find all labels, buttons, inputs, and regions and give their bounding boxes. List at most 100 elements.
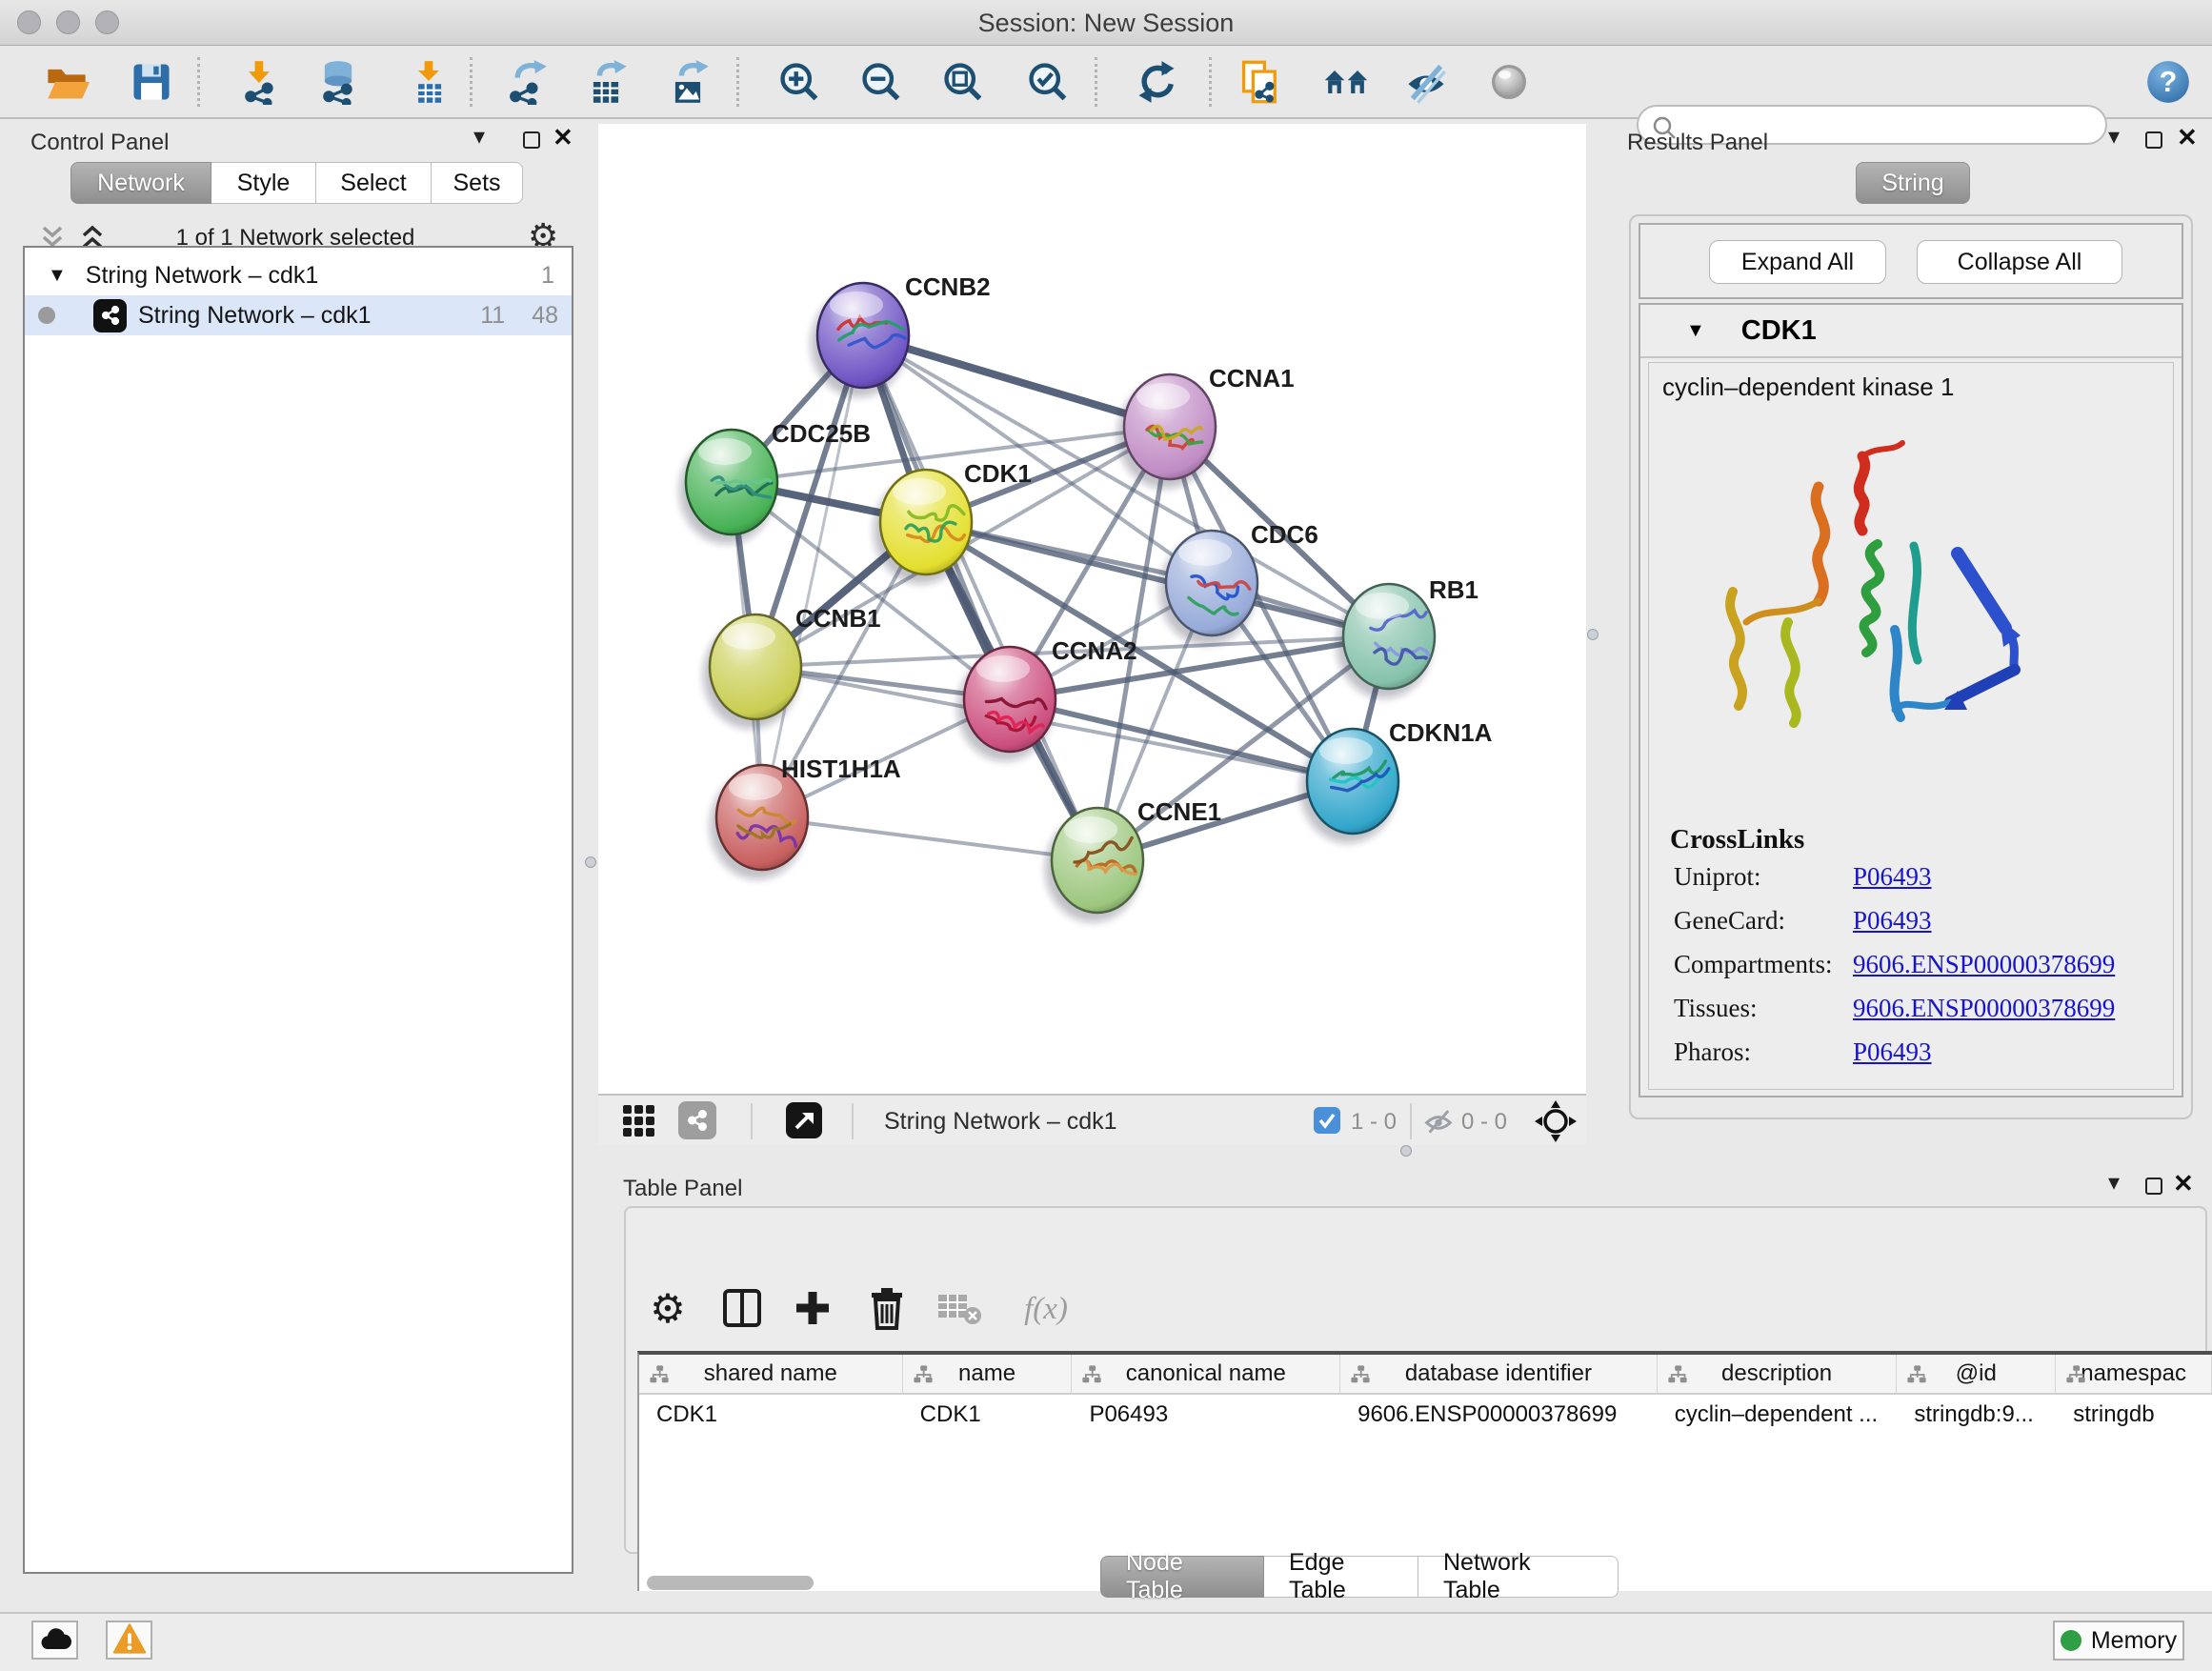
edge-CDK1-RB1[interactable]	[926, 522, 1389, 636]
column-header-1[interactable]: name	[903, 1355, 1073, 1393]
crosslink-link[interactable]: P06493	[1853, 906, 1932, 936]
cell-6[interactable]: stringdb	[2056, 1395, 2212, 1435]
save-session-button[interactable]	[127, 59, 176, 107]
cell-0[interactable]: CDK1	[639, 1395, 903, 1435]
control-panel-float-icon[interactable]	[523, 131, 540, 149]
right-splitter-handle[interactable]	[1587, 629, 1599, 640]
crosslink-link[interactable]: 9606.ENSP00000378699	[1853, 950, 2115, 979]
window-title: Session: New Session	[0, 9, 2212, 38]
cell-5[interactable]: stringdb:9...	[1897, 1395, 2056, 1435]
import-network-file-button[interactable]	[235, 59, 285, 107]
column-tree-icon	[1667, 1364, 1688, 1385]
table-panel-menu-icon[interactable]: ▾	[2108, 1172, 2120, 1195]
node-CDKN1A[interactable]: CDKN1A	[1300, 718, 1493, 843]
entry-name: CDK1	[1741, 315, 1817, 347]
birds-eye-toggle-button[interactable]	[1534, 1099, 1578, 1146]
network-view[interactable]: CCNB2CCNA1CDC25BCDK1CDC6RB1CCNB1CCNA2CDK…	[598, 124, 1586, 1145]
create-column-button[interactable]	[786, 1282, 839, 1336]
edge-CCNB2-HIST1H1A[interactable]	[762, 335, 863, 817]
hide-unhide-button[interactable]	[1401, 59, 1451, 107]
delete-table-icon	[936, 1289, 982, 1327]
home-button[interactable]	[1315, 59, 1377, 107]
column-header-0[interactable]: shared name	[639, 1355, 903, 1393]
node-CCNA1[interactable]: CCNA1	[1117, 364, 1295, 489]
node-CDC25B[interactable]: CDC25B	[679, 419, 871, 544]
node-HIST1H1A[interactable]: HIST1H1A	[710, 755, 901, 879]
cell-2[interactable]: P06493	[1072, 1395, 1340, 1435]
zoom-selected-button[interactable]	[1023, 59, 1073, 107]
zoom-fit-button[interactable]	[938, 59, 988, 107]
export-image-button[interactable]	[663, 59, 713, 107]
network-status-dot	[38, 307, 55, 324]
cell-4[interactable]: cyclin–dependent ...	[1658, 1395, 1898, 1435]
table-panel-close-icon[interactable]: ✕	[2173, 1172, 2194, 1195]
tab-select[interactable]: Select	[316, 162, 432, 204]
tab-edge-table[interactable]: Edge Table	[1264, 1556, 1418, 1598]
apply-layout-button[interactable]	[1132, 59, 1181, 107]
detach-view-button[interactable]	[785, 1101, 823, 1142]
column-header-2[interactable]: canonical name	[1072, 1355, 1340, 1393]
horizontal-splitter-handle[interactable]	[1400, 1145, 1412, 1157]
tree-expand-icon[interactable]: ▼	[48, 265, 67, 287]
node-CCNA2[interactable]: CCNA2	[957, 636, 1137, 761]
delete-table-button[interactable]	[933, 1282, 986, 1336]
import-table-button[interactable]	[404, 59, 453, 107]
column-header-4[interactable]: description	[1658, 1355, 1898, 1393]
crosslink-link[interactable]: 9606.ENSP00000378699	[1853, 994, 2115, 1023]
collapse-entry-icon[interactable]: ▼	[1686, 320, 1705, 342]
horizontal-scrollbar[interactable]	[647, 1576, 814, 1590]
open-session-button[interactable]	[42, 59, 91, 107]
crosslink-link[interactable]: P06493	[1853, 862, 1932, 892]
left-splitter-handle[interactable]	[585, 856, 596, 868]
show-graphics-details-button[interactable]	[1484, 59, 1534, 107]
table-options-button[interactable]: ⚙	[641, 1282, 694, 1336]
control-panel-menu-icon[interactable]: ▾	[473, 126, 485, 149]
selected-checkbox-icon[interactable]	[1313, 1106, 1341, 1135]
tab-node-table[interactable]: Node Table	[1100, 1556, 1264, 1598]
zoom-out-button[interactable]	[856, 59, 906, 107]
tab-string[interactable]: String	[1856, 162, 1970, 204]
delete-column-button[interactable]	[860, 1282, 914, 1336]
network-graph[interactable]: CCNB2CCNA1CDC25BCDK1CDC6RB1CCNB1CCNA2CDK…	[598, 124, 1586, 1094]
node-CCNB1[interactable]: CCNB1	[703, 604, 881, 729]
help-button[interactable]: ?	[2143, 59, 2193, 107]
node-RB1[interactable]: RB1	[1337, 575, 1478, 698]
cell-1[interactable]: CDK1	[903, 1395, 1073, 1435]
network-view-type-button[interactable]	[678, 1101, 716, 1139]
node-CCNE1[interactable]: CCNE1	[1045, 797, 1221, 922]
tab-network-table[interactable]: Network Table	[1418, 1556, 1619, 1598]
memory-button[interactable]: Memory	[2053, 1621, 2184, 1661]
column-header-5[interactable]: @id	[1897, 1355, 2056, 1393]
tab-style[interactable]: Style	[211, 162, 316, 204]
function-builder-button[interactable]: f(x)	[1003, 1282, 1089, 1336]
network-icon	[93, 299, 127, 332]
results-panel-menu-icon[interactable]: ▾	[2108, 126, 2120, 149]
export-network-button[interactable]	[501, 59, 551, 107]
export-table-button[interactable]	[581, 59, 631, 107]
cloud-status-button[interactable]	[31, 1621, 78, 1660]
grid-view-button[interactable]	[621, 1103, 655, 1140]
tab-network[interactable]: Network	[70, 162, 211, 204]
expand-all-button[interactable]: Expand All	[1709, 240, 1886, 284]
column-header-3[interactable]: database identifier	[1340, 1355, 1658, 1393]
tab-sets[interactable]: Sets	[432, 162, 523, 204]
cell-3[interactable]: 9606.ENSP00000378699	[1340, 1395, 1658, 1435]
node-details-header[interactable]: ▼ CDK1	[1640, 305, 2182, 358]
control-panel-close-icon[interactable]: ✕	[553, 126, 573, 149]
results-panel-close-icon[interactable]: ✕	[2177, 126, 2198, 149]
column-header-6[interactable]: namespac	[2056, 1355, 2212, 1393]
clone-network-button[interactable]	[1236, 59, 1285, 107]
node-CCNB2[interactable]: CCNB2	[811, 272, 991, 397]
import-network-from-database-button[interactable]	[313, 59, 363, 107]
show-columns-button[interactable]	[715, 1282, 769, 1336]
zoom-in-button[interactable]	[774, 59, 824, 107]
collapse-all-button[interactable]: Collapse All	[1917, 240, 2122, 284]
crosslink-link[interactable]: P06493	[1853, 1037, 1932, 1067]
results-panel-float-icon[interactable]	[2145, 131, 2162, 149]
table-panel-float-icon[interactable]	[2145, 1178, 2162, 1195]
table-row[interactable]: CDK1CDK1P064939606.ENSP00000378699cyclin…	[639, 1395, 2212, 1435]
copy-document-icon	[1237, 59, 1283, 105]
network-collection-row[interactable]: ▼ String Network – cdk1 1	[25, 255, 572, 295]
warnings-button[interactable]	[106, 1621, 152, 1660]
network-row-selected[interactable]: String Network – cdk1 11 48	[25, 295, 572, 335]
